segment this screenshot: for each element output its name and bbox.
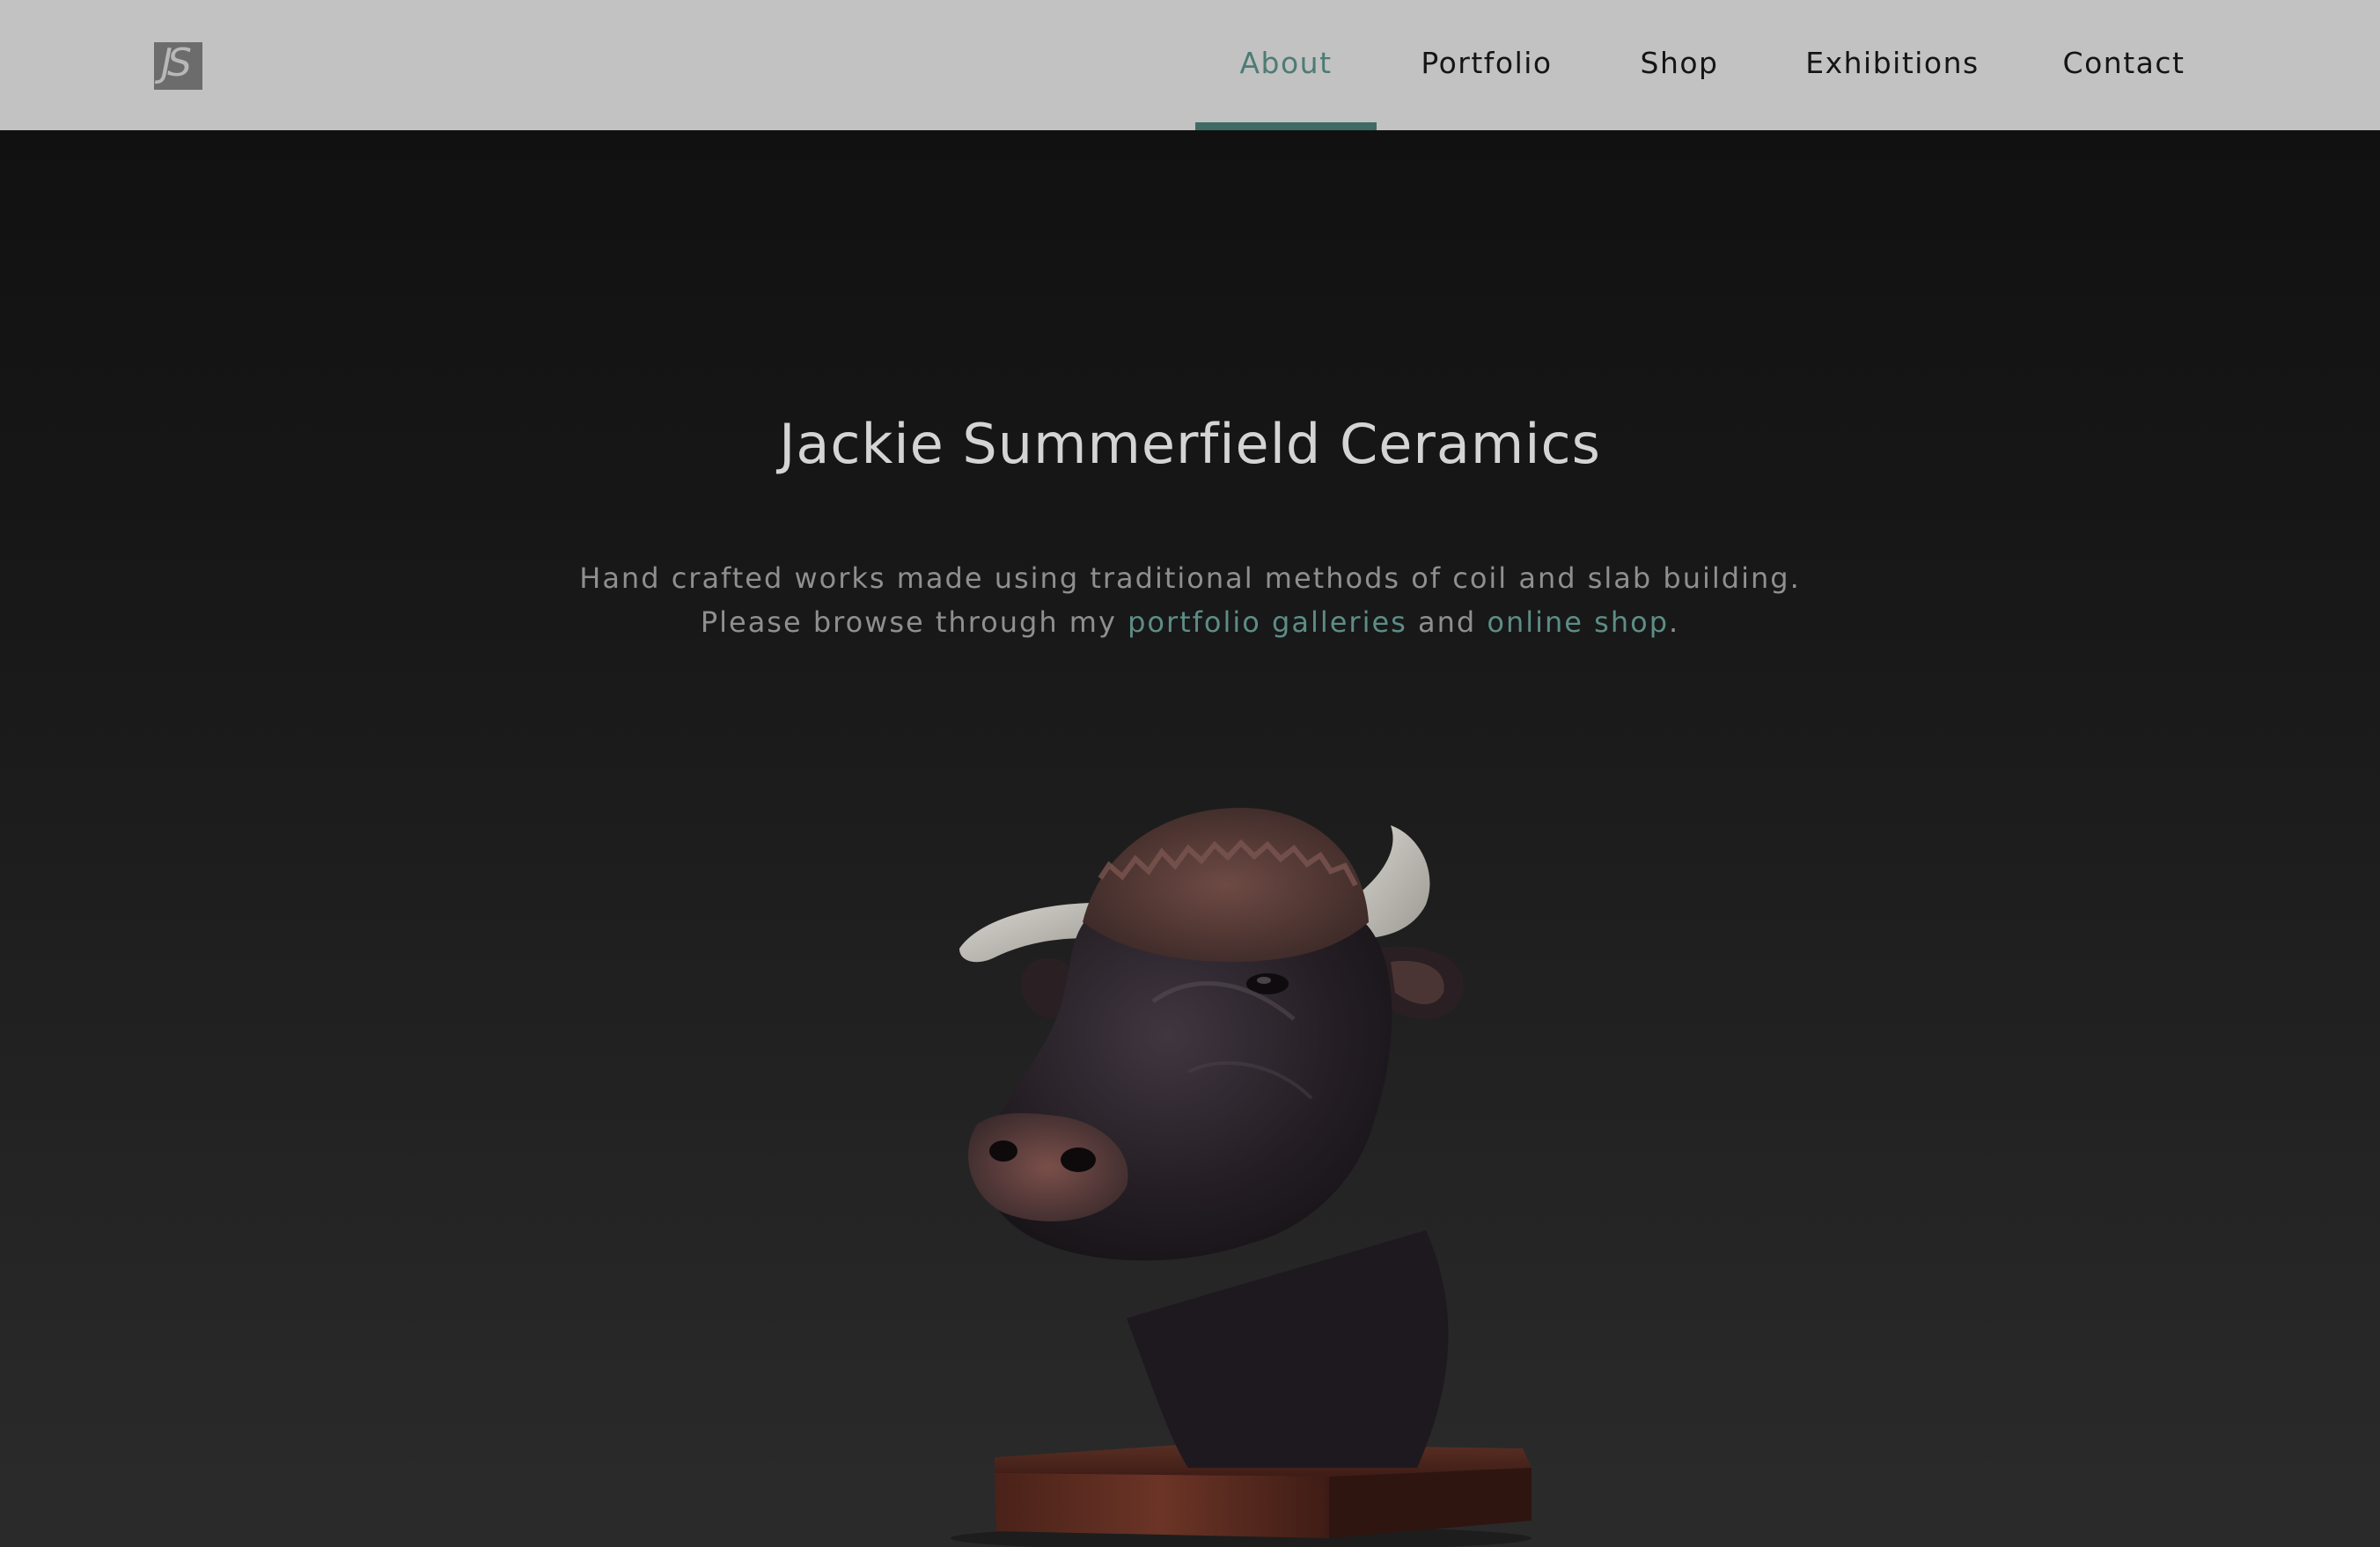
portfolio-galleries-link[interactable]: portfolio galleries — [1128, 605, 1407, 639]
nav-shop[interactable]: Shop — [1620, 0, 1739, 130]
nav-exhibitions[interactable]: Exhibitions — [1796, 0, 1989, 130]
online-shop-link[interactable]: online shop — [1487, 605, 1669, 639]
nav-about[interactable]: About — [1195, 0, 1377, 130]
page-title: Jackie Summerfield Ceramics — [779, 412, 1601, 476]
main-nav: About Portfolio Shop Exhibitions Contact — [0, 0, 2380, 130]
intro-text-end: . — [1669, 605, 1680, 639]
site-header: JS About Portfolio Shop Exhibitions Cont… — [0, 0, 2380, 130]
hero-section: Jackie Summerfield Ceramics Hand crafted… — [0, 130, 2380, 1547]
intro-text-mid: and — [1407, 605, 1488, 639]
nav-portfolio[interactable]: Portfolio — [1405, 0, 1568, 130]
intro-text: Hand crafted works made using traditiona… — [528, 556, 1852, 644]
nav-contact[interactable]: Contact — [2051, 0, 2197, 130]
bull-sculpture-image — [951, 808, 1532, 1547]
active-nav-indicator — [1195, 122, 1377, 130]
